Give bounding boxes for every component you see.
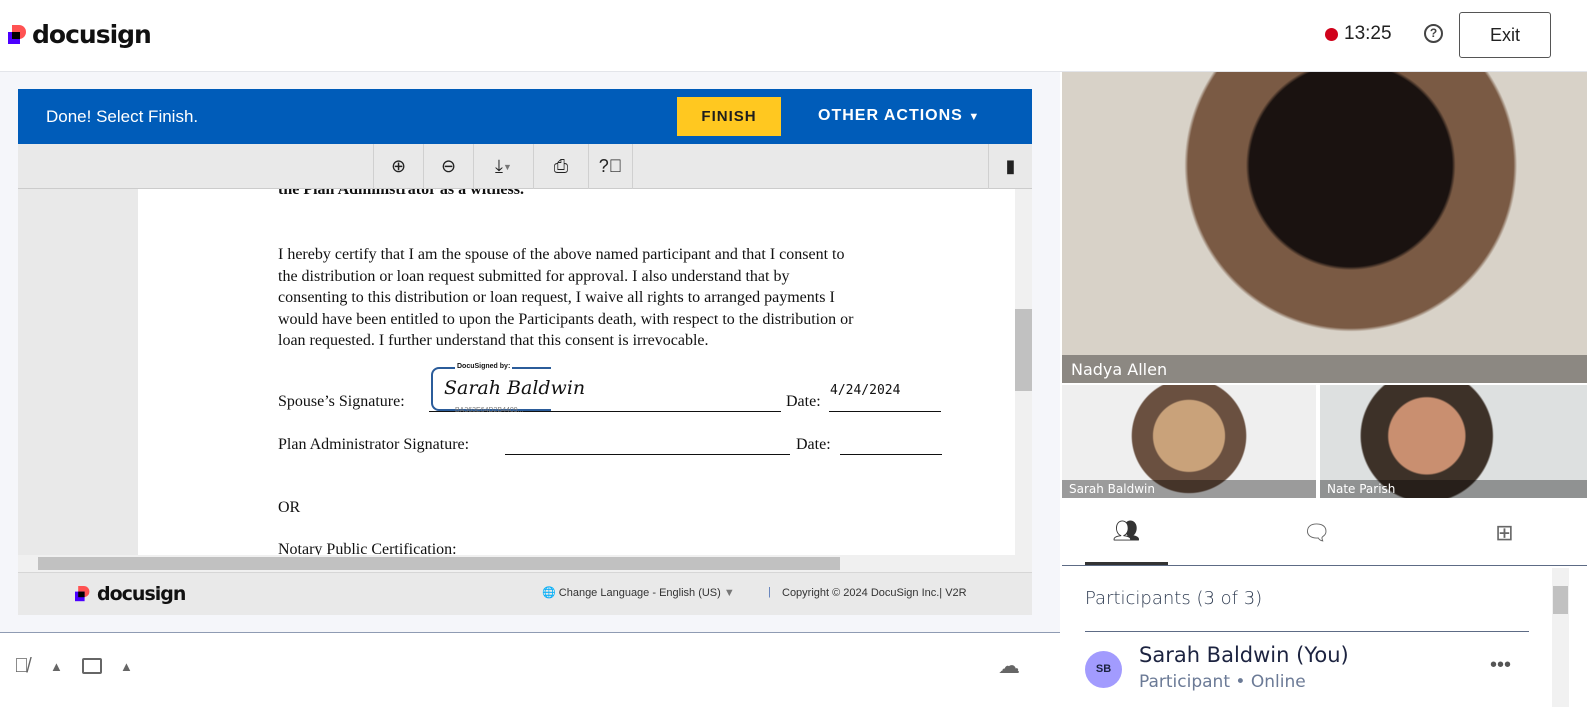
paragraph-line: would have been entitled to upon the Par…: [278, 310, 854, 328]
participant-status: Participant • Online: [1139, 672, 1306, 692]
language-label: Change Language - English (US): [558, 587, 721, 599]
document-footer: docusign 🌐 Change Language - English (US…: [18, 572, 1032, 615]
or-text: OR: [278, 499, 301, 516]
app-header: docusign 13:25 ? Exit: [0, 0, 1587, 72]
spouse-signature-label: Spouse’s Signature:: [278, 393, 405, 410]
zoom-out-icon[interactable]: ⊖: [423, 144, 473, 189]
finish-button[interactable]: FINISH: [677, 97, 781, 136]
people-icon: 👥︎: [1112, 518, 1141, 543]
thumbnail-video[interactable]: Sarah Baldwin: [1062, 385, 1316, 498]
mic-off-icon[interactable]: 🎙̸: [14, 655, 29, 678]
divider: |: [768, 586, 771, 598]
chat-icon: 🗨︎: [1302, 519, 1331, 545]
admin-date-line: [840, 454, 942, 455]
docusign-mark-icon: [75, 586, 91, 602]
chat-tab[interactable]: 🗨︎: [1275, 500, 1358, 565]
admin-signature-line: [505, 454, 790, 455]
zoom-in-icon[interactable]: ⊕: [373, 144, 423, 189]
cut-heading: the Plan Administrator as a witness.: [278, 189, 524, 198]
docusigned-by-label: DocuSigned by:: [455, 363, 513, 370]
signature-image: Sarah Baldwin: [444, 377, 586, 399]
list-divider: [1085, 631, 1529, 632]
video-icon[interactable]: [82, 658, 102, 674]
call-controls: 🎙̸ ▲ ▲ ☁: [0, 632, 1060, 707]
grid-icon: ⊞: [1495, 519, 1514, 545]
banner-message: Done! Select Finish.: [46, 107, 199, 126]
document-toolbar: ⊕ ⊖ ⤓ ▼ ⎙ ?⃝ ▮: [18, 144, 1032, 189]
docusign-logo: docusign: [73, 583, 186, 605]
docusign-logo: docusign: [8, 20, 152, 49]
date-line: [829, 411, 941, 412]
participants-title: Participants (3 of 3): [1085, 588, 1263, 609]
signed-date: 4/24/2024: [830, 383, 901, 398]
session-timer: 13:25: [1344, 23, 1392, 44]
participant-name: Sarah Baldwin (You): [1139, 643, 1349, 667]
video-options-caret-icon[interactable]: ▲: [120, 659, 133, 674]
upload-cloud-icon[interactable]: ☁: [998, 653, 1020, 679]
print-icon[interactable]: ⎙: [533, 144, 588, 189]
exit-button[interactable]: Exit: [1459, 12, 1551, 58]
participant-row[interactable]: SB Sarah Baldwin (You) Participant • Onl…: [1085, 640, 1535, 700]
other-actions-button[interactable]: OTHER ACTIONS ▼: [818, 107, 980, 125]
main-video[interactable]: Nadya Allen: [1062, 72, 1587, 383]
scroll-thumb[interactable]: [38, 557, 840, 570]
notary-heading: Notary Public Certification:: [278, 541, 457, 555]
change-language-button[interactable]: 🌐 Change Language - English (US) ▼: [542, 586, 735, 599]
document-page[interactable]: the Plan Administrator as a witness. I h…: [138, 189, 1015, 555]
document-icon[interactable]: ▮: [988, 144, 1032, 189]
signature-id: BA363E64D2B4409...: [455, 407, 524, 414]
brand-text: docusign: [32, 20, 152, 49]
vertical-scrollbar[interactable]: [1015, 189, 1032, 555]
paragraph-line: loan requested. I further understand tha…: [278, 332, 709, 349]
paragraph-line: I hereby certify that I am the spouse of…: [278, 246, 845, 263]
avatar: SB: [1085, 651, 1122, 688]
mic-options-caret-icon[interactable]: ▲: [50, 659, 63, 674]
paragraph-line: the distribution or loan request submitt…: [278, 267, 790, 285]
brand-text: docusign: [97, 583, 186, 605]
thumbnail-video[interactable]: Nate Parish: [1320, 385, 1587, 498]
paragraph-line: consenting to this distribution or loan …: [278, 289, 835, 306]
caret-down-icon: ▼: [968, 111, 981, 123]
help-icon[interactable]: ?: [1424, 24, 1443, 43]
participants-tab[interactable]: 👥︎: [1085, 500, 1168, 565]
scroll-thumb[interactable]: [1015, 309, 1032, 391]
download-icon[interactable]: ⤓ ▼: [473, 144, 533, 189]
admin-date-label: Date:: [796, 436, 831, 453]
thumbnail-name: Nate Parish: [1320, 480, 1587, 498]
participants-scrollbar[interactable]: [1552, 568, 1569, 707]
apps-tab[interactable]: ⊞: [1463, 500, 1546, 565]
tabs-divider: [1062, 565, 1587, 566]
more-options-icon[interactable]: •••: [1490, 654, 1511, 677]
horizontal-scrollbar[interactable]: [18, 555, 1032, 572]
consent-paragraph: I hereby certify that I am the spouse of…: [278, 244, 853, 352]
other-actions-label: OTHER ACTIONS: [818, 107, 963, 124]
main-video-name: Nadya Allen: [1062, 355, 1587, 383]
page-thumbnail-gutter: [18, 189, 138, 555]
admin-signature-label: Plan Administrator Signature:: [278, 436, 470, 453]
copyright: Copyright © 2024 DocuSign Inc.| V2R: [782, 587, 967, 599]
help-icon[interactable]: ?⃝: [588, 144, 633, 189]
scroll-thumb[interactable]: [1553, 586, 1568, 614]
date-label: Date:: [786, 393, 821, 410]
action-banner: Done! Select Finish. OTHER ACTIONS ▼: [18, 89, 1032, 144]
thumbnail-name: Sarah Baldwin: [1062, 480, 1316, 498]
docusign-mark-icon: [8, 24, 28, 45]
recording-dot-icon: [1325, 28, 1338, 41]
